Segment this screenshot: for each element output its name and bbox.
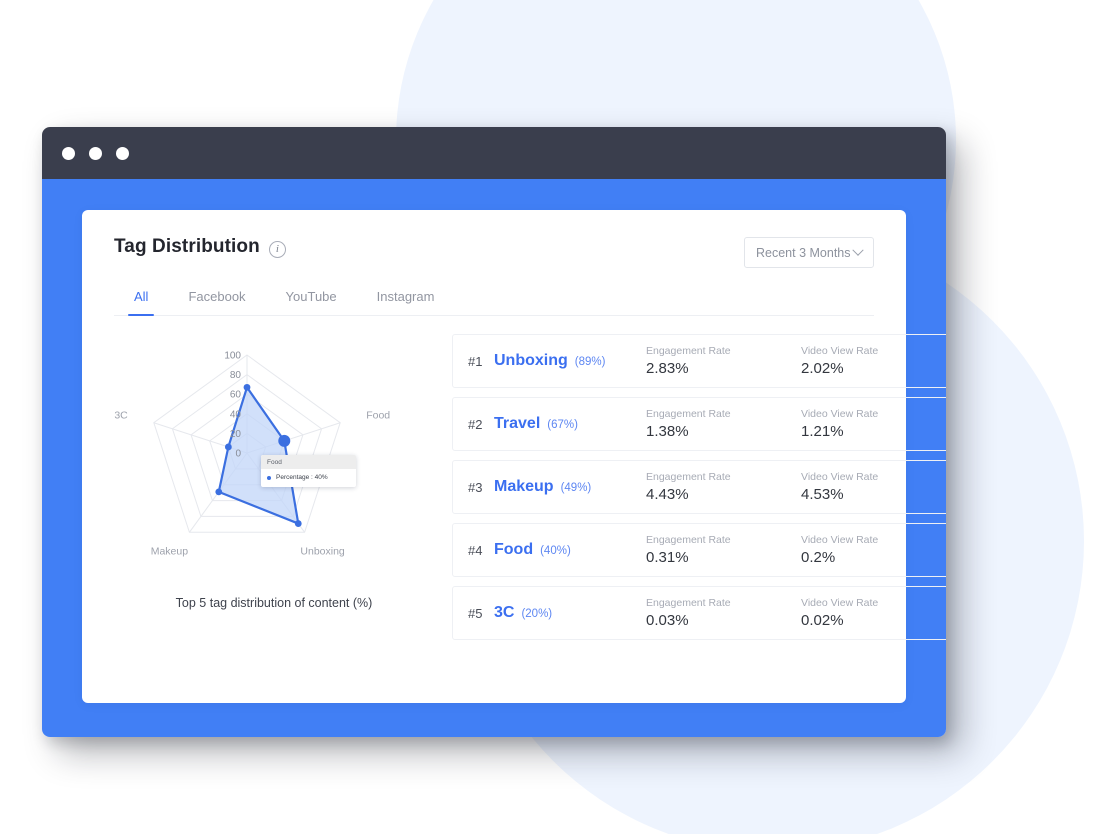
tag-share: (89%): [574, 356, 606, 368]
svg-text:Unboxing: Unboxing: [300, 545, 345, 557]
tab-instagram[interactable]: Instagram: [357, 289, 455, 315]
engagement-rate-label: Engagement Rate: [646, 596, 731, 609]
video-view-rate-label: Video View Rate: [801, 407, 879, 420]
tag-name[interactable]: Makeup: [494, 478, 554, 496]
tooltip-title: Food: [261, 455, 356, 469]
engagement-rate-value: 2.83%: [646, 359, 689, 377]
date-range-value: Recent 3 Months: [756, 245, 851, 260]
radar-chart-column: 020406080100 TravelFoodUnboxingMakeup3C …: [114, 330, 434, 649]
rank-name-group: Unboxing (89%): [494, 352, 646, 370]
chart-tooltip: Food Percentage : 40%: [261, 455, 356, 487]
browser-window: Tag Distribution i Recent 3 Months All F…: [42, 127, 946, 737]
browser-viewport: Tag Distribution i Recent 3 Months All F…: [42, 179, 946, 737]
video-view-rate-label: Video View Rate: [801, 470, 879, 483]
engagement-rate-label: Engagement Rate: [646, 344, 731, 357]
engagement-rate-label: Engagement Rate: [646, 470, 731, 483]
svg-text:Food: Food: [366, 410, 390, 422]
svg-text:0: 0: [235, 449, 241, 460]
rank-name-group: Makeup (49%): [494, 478, 646, 496]
tag-ranking-list: #1 Unboxing (89%) Engagement Rate 2.83% …: [434, 330, 946, 649]
rank-number: #2: [468, 416, 483, 432]
tag-share: (67%): [547, 419, 578, 431]
svg-text:100: 100: [224, 351, 241, 362]
video-view-rate-label: Video View Rate: [801, 533, 879, 546]
table-row[interactable]: #4 Food (40%) Engagement Rate 0.31% Vide…: [452, 523, 946, 577]
maximize-icon[interactable]: [116, 146, 129, 160]
engagement-rate-metric: Engagement Rate 1.38%: [646, 408, 801, 441]
rank-number: #4: [468, 542, 483, 558]
tab-facebook[interactable]: Facebook: [168, 289, 265, 315]
minimize-icon[interactable]: [89, 146, 102, 160]
video-view-rate-label: Video View Rate: [801, 596, 879, 609]
table-row[interactable]: #5 3C (20%) Engagement Rate 0.03% Video …: [452, 586, 946, 640]
table-row[interactable]: #2 Travel (67%) Engagement Rate 1.38% Vi…: [452, 397, 946, 451]
platform-tabs: All Facebook YouTube Instagram: [114, 289, 874, 316]
screenshot-stage: Tag Distribution i Recent 3 Months All F…: [0, 0, 1116, 834]
tag-distribution-card: Tag Distribution i Recent 3 Months All F…: [82, 210, 946, 703]
tag-name[interactable]: Travel: [494, 415, 540, 433]
engagement-rate-label: Engagement Rate: [646, 533, 731, 546]
rank-number: #3: [468, 479, 483, 495]
tooltip-value: Percentage : 40%: [276, 474, 328, 481]
video-view-rate-value: 4.53%: [801, 485, 844, 503]
video-view-rate-value: 0.02%: [801, 611, 844, 629]
tag-share: (40%): [540, 545, 571, 557]
page-title: Tag Distribution: [114, 236, 260, 257]
table-row[interactable]: #3 Makeup (49%) Engagement Rate 4.43% Vi…: [452, 460, 946, 514]
engagement-rate-metric: Engagement Rate 0.31%: [646, 534, 801, 567]
browser-titlebar: [42, 127, 946, 179]
engagement-rate-metric: Engagement Rate 2.83%: [646, 345, 801, 378]
rank-number: #5: [468, 605, 483, 621]
tag-name[interactable]: Food: [494, 541, 533, 559]
video-view-rate-metric: Video View Rate 0.02%: [801, 597, 946, 630]
video-view-rate-value: 2.02%: [801, 359, 844, 377]
engagement-rate-value: 0.31%: [646, 548, 689, 566]
card-body: 0 20 40 60 80 100 Travel Food Unboxing Makeup 3C …: [114, 330, 946, 649]
page-title-group: Tag Distribution i: [114, 236, 286, 258]
radar-chart: 020406080100 TravelFoodUnboxingMakeup3C …: [114, 330, 434, 592]
video-view-rate-metric: Video View Rate 4.53%: [801, 471, 946, 504]
svg-text:3C: 3C: [114, 410, 128, 422]
rank-name-group: Food (40%): [494, 541, 646, 559]
engagement-rate-metric: Engagement Rate 4.43%: [646, 471, 801, 504]
svg-text:60: 60: [230, 390, 242, 401]
svg-text:40: 40: [230, 409, 242, 420]
tag-name[interactable]: 3C: [494, 604, 514, 622]
video-view-rate-metric: Video View Rate 2.02%: [801, 345, 946, 378]
table-row[interactable]: #1 Unboxing (89%) Engagement Rate 2.83% …: [452, 334, 946, 388]
tag-share: (20%): [521, 608, 553, 620]
rank-name-group: Travel (67%): [494, 415, 646, 433]
video-view-rate-label: Video View Rate: [801, 344, 879, 357]
video-view-rate-metric: Video View Rate 1.21%: [801, 408, 946, 441]
close-icon[interactable]: [62, 146, 75, 160]
tag-name[interactable]: Unboxing: [494, 352, 568, 370]
engagement-rate-metric: Engagement Rate 0.03%: [646, 597, 801, 630]
video-view-rate-metric: Video View Rate 0.2%: [801, 534, 946, 567]
video-view-rate-value: 0.2%: [801, 548, 836, 566]
svg-text:80: 80: [230, 370, 242, 381]
svg-text:Travel: Travel: [233, 330, 262, 332]
tooltip-series-dot-icon: [267, 475, 271, 480]
engagement-rate-value: 4.43%: [646, 485, 689, 503]
rank-name-group: 3C (20%): [494, 604, 646, 622]
tab-all[interactable]: All: [114, 289, 168, 316]
rank-number: #1: [468, 353, 483, 369]
card-header: Tag Distribution i Recent 3 Months: [114, 236, 874, 268]
svg-text:20: 20: [230, 429, 242, 440]
svg-text:Makeup: Makeup: [151, 545, 189, 557]
engagement-rate-value: 1.38%: [646, 422, 689, 440]
date-range-select[interactable]: Recent 3 Months: [744, 237, 874, 268]
chevron-down-icon: [852, 244, 864, 256]
engagement-rate-value: 0.03%: [646, 611, 689, 629]
tag-share: (49%): [560, 482, 592, 494]
video-view-rate-value: 1.21%: [801, 422, 844, 440]
info-icon[interactable]: i: [268, 240, 286, 258]
tooltip-row: Percentage : 40%: [261, 469, 356, 487]
chart-caption: Top 5 tag distribution of content (%): [175, 596, 373, 610]
engagement-rate-label: Engagement Rate: [646, 407, 731, 420]
tab-youtube[interactable]: YouTube: [266, 289, 357, 315]
